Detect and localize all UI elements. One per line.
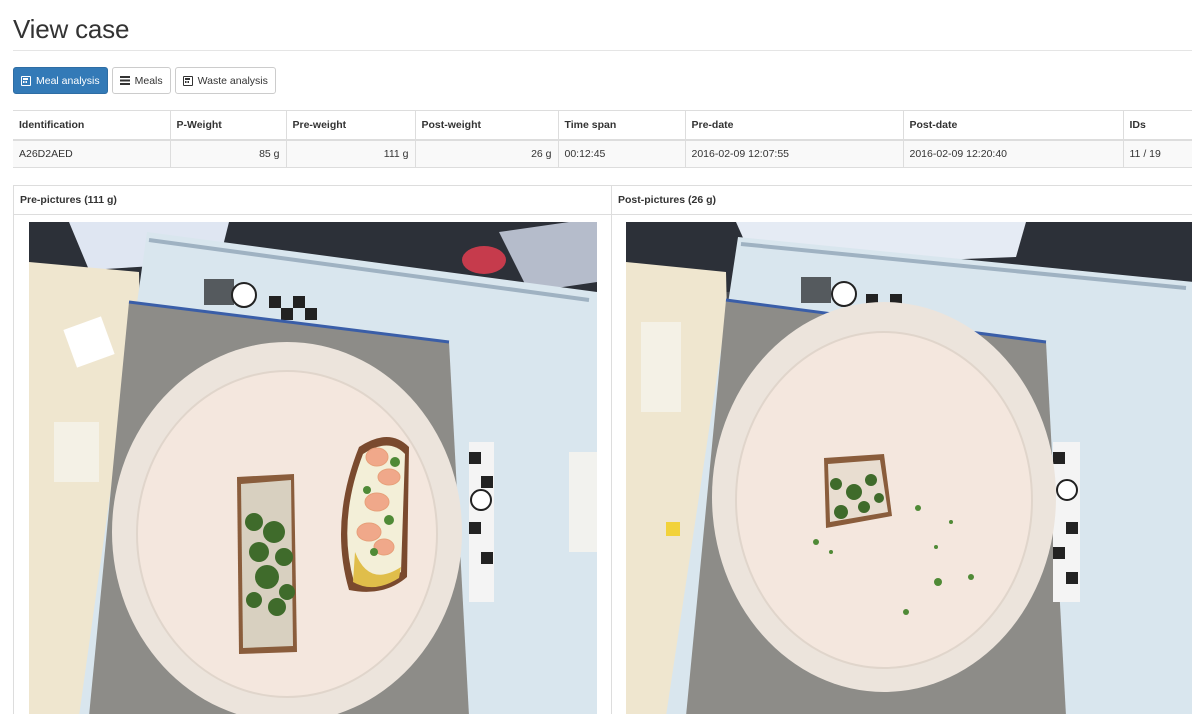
title-divider [13, 50, 1192, 51]
calculator-icon [182, 75, 193, 86]
waste-analysis-label: Waste analysis [197, 74, 268, 87]
meals-button[interactable]: Meals [111, 67, 171, 94]
table-header-row: Identification P-Weight Pre-weight Post-… [13, 110, 1192, 141]
identification-cell: A26D2AED [13, 139, 170, 168]
column-header: IDs [1122, 110, 1192, 141]
calculator-icon [21, 75, 31, 86]
post-meal-photo[interactable] [626, 222, 1192, 714]
analysis-tabs: Meal analysis Meals Waste analysis [13, 67, 276, 94]
list-icon [119, 75, 130, 86]
time-span-cell: 00:12:45 [557, 139, 685, 168]
post-pictures-panel: Post-pictures (26 g) [611, 185, 1192, 714]
pre-date-cell: 2016-02-09 12:07:55 [684, 139, 903, 168]
meals-label: Meals [134, 74, 163, 87]
column-header: Time span [557, 110, 685, 141]
page-title: View case [13, 14, 130, 44]
ids-cell: 11 / 19 [1122, 139, 1192, 168]
column-header: Post-date [902, 110, 1123, 141]
pre-weight-cell: 111 g [285, 139, 415, 168]
pre-meal-photo[interactable] [29, 222, 597, 714]
column-header: Post-weight [414, 110, 558, 141]
pre-pictures-heading: Pre-pictures (111 g) [14, 186, 611, 215]
table-row: A26D2AED 85 g 111 g 26 g 00:12:45 2016-0… [13, 139, 1192, 168]
meal-analysis-label: Meal analysis [36, 74, 100, 87]
meal-analysis-button[interactable]: Meal analysis [13, 67, 108, 94]
column-header: P-Weight [169, 110, 286, 141]
post-pictures-heading: Post-pictures (26 g) [612, 186, 1192, 215]
post-date-cell: 2016-02-09 12:20:40 [902, 139, 1123, 168]
column-header: Pre-date [684, 110, 903, 141]
column-header: Identification [13, 110, 170, 141]
p-weight-cell: 85 g [169, 139, 286, 168]
post-weight-cell: 26 g [414, 139, 558, 168]
case-summary-table: Identification P-Weight Pre-weight Post-… [13, 110, 1192, 168]
waste-analysis-button[interactable]: Waste analysis [174, 67, 276, 94]
pre-pictures-panel: Pre-pictures (111 g) [13, 185, 611, 714]
column-header: Pre-weight [285, 110, 415, 141]
